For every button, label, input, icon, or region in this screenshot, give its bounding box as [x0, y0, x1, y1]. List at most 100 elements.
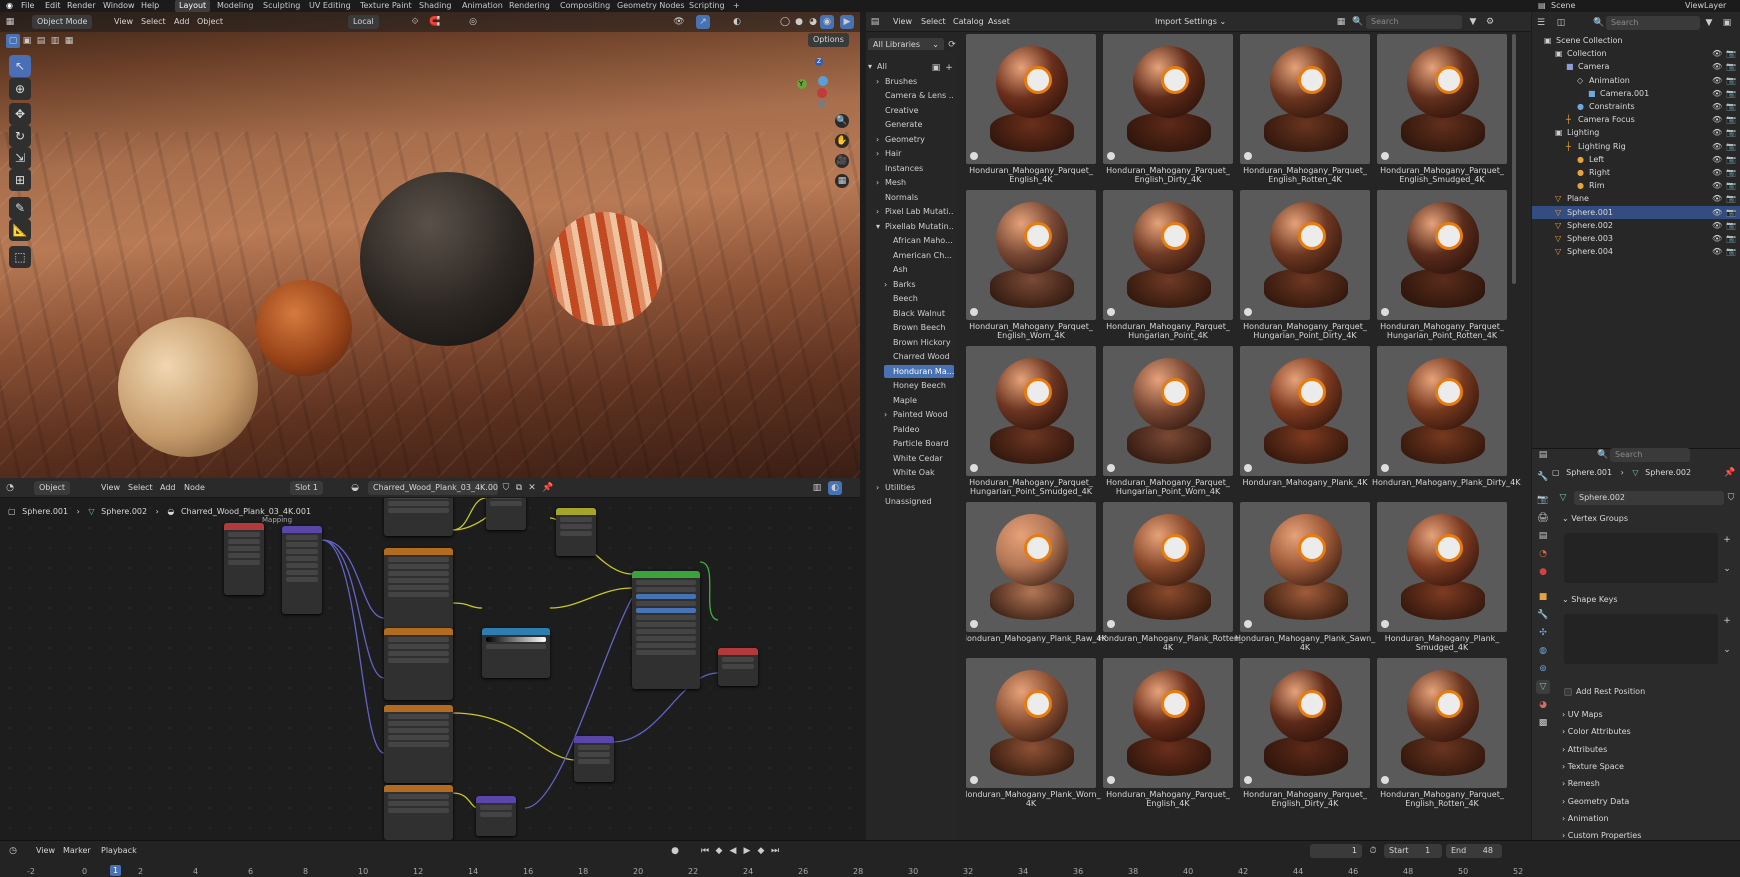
catalog-item[interactable]: › Brushes — [876, 75, 954, 88]
outliner-row[interactable]: ◇ Animation 👁 📷 — [1532, 74, 1740, 87]
new-collection-icon[interactable]: ▣ — [1720, 16, 1734, 30]
tab-texture-paint[interactable]: Texture Paint — [356, 0, 416, 12]
asset-thumbnail[interactable] — [1103, 502, 1233, 632]
annotate-tool-icon[interactable]: ✎ — [9, 197, 31, 219]
tab-uv-editing[interactable]: UV Editing — [305, 0, 355, 12]
asset-menu-view[interactable]: View — [893, 15, 912, 29]
camera-view-icon[interactable]: 🎥 — [835, 154, 849, 168]
asset-thumbnail[interactable] — [1103, 658, 1233, 788]
asset-thumbnail[interactable] — [1240, 346, 1370, 476]
select-intersect-mode-icon[interactable]: ▦ — [62, 34, 76, 48]
asset-thumbnail[interactable] — [1377, 34, 1507, 164]
node-menu-select[interactable]: Select — [128, 481, 153, 495]
catalog-item[interactable]: Creative — [876, 104, 954, 117]
snap-nodes-icon[interactable]: ▥ — [810, 481, 824, 495]
next-keyframe-icon[interactable]: ◆ — [754, 844, 768, 858]
add-workspace-button[interactable]: + — [729, 0, 744, 12]
properties-section[interactable]: › Color Attributes — [1562, 725, 1631, 739]
striped-wood-sphere[interactable] — [548, 212, 662, 326]
breadcrumb-material[interactable]: Charred_Wood_Plank_03_4K.001 — [181, 507, 311, 516]
outliner-row[interactable]: ● Rim 👁 📷 — [1532, 179, 1740, 192]
particles-tab-icon[interactable]: ✣ — [1536, 626, 1550, 640]
catalog-item[interactable]: Beech — [884, 292, 954, 305]
catalog-item[interactable]: Paldeo — [884, 423, 954, 436]
properties-section[interactable]: › Custom Properties — [1562, 829, 1641, 843]
catalog-chevron-icon[interactable]: › — [876, 133, 885, 146]
move-tool-icon[interactable]: ✥ — [9, 103, 31, 125]
pivot-icon[interactable]: ⟐ — [408, 15, 422, 29]
fake-user-shield-icon[interactable]: ⛉ — [499, 481, 513, 495]
outliner-row[interactable]: ● Left 👁 📷 — [1532, 153, 1740, 166]
object-mode-dropdown[interactable]: Object Mode — [32, 15, 93, 29]
visibility-eye-icon[interactable]: 👁 — [1712, 245, 1722, 258]
viewport-menu-object[interactable]: Object — [197, 15, 223, 29]
catalog-item[interactable]: White Oak — [884, 466, 954, 479]
outliner-row[interactable]: ■ Camera 👁 📷 — [1532, 60, 1740, 73]
vertex-groups-list[interactable] — [1564, 533, 1718, 583]
auto-keying-icon[interactable]: ● — [668, 844, 682, 858]
snap-icon[interactable]: 🧲 — [428, 15, 442, 29]
image-texture-node-2[interactable] — [384, 548, 453, 636]
outliner-row[interactable]: ■ Camera.001 👁 📷 — [1532, 87, 1740, 100]
node-editor-type-icon[interactable]: ◔ — [3, 481, 17, 495]
menu-help[interactable]: Help — [141, 0, 159, 12]
asset-thumbnail[interactable] — [1103, 34, 1233, 164]
shape-keys-list[interactable] — [1564, 614, 1718, 664]
catalog-item[interactable]: › Painted Wood — [884, 408, 954, 421]
properties-section[interactable]: › Geometry Data — [1562, 795, 1629, 809]
properties-section[interactable]: › Attributes — [1562, 743, 1607, 757]
measure-tool-icon[interactable]: 📐 — [9, 219, 31, 241]
asset-scrollbar[interactable] — [1512, 34, 1516, 284]
wireframe-shading-icon[interactable]: ◯ — [778, 15, 792, 29]
tab-layout[interactable]: Layout — [175, 0, 211, 12]
constraints-tab-icon[interactable]: ⊚ — [1536, 662, 1550, 676]
scene-label[interactable]: Scene — [1551, 0, 1575, 12]
render-camera-icon[interactable]: 📷 — [1726, 126, 1736, 139]
select-box-mode-icon[interactable]: ▢ — [6, 34, 20, 48]
start-frame-field[interactable]: Start 1 — [1384, 844, 1442, 858]
outliner-row[interactable]: ● Constraints 👁 📷 — [1532, 100, 1740, 113]
render-camera-icon[interactable]: 📷 — [1726, 140, 1736, 153]
visibility-eye-icon[interactable]: 👁 — [1712, 100, 1722, 113]
properties-section[interactable]: › Remesh — [1562, 777, 1600, 791]
filter-icon[interactable]: ▼ — [1466, 15, 1480, 29]
timeline-menu-view[interactable]: View — [36, 844, 55, 858]
material-tab-icon[interactable]: ◕ — [1536, 698, 1550, 712]
jump-end-icon[interactable]: ⏭ — [768, 844, 782, 858]
asset-thumbnail[interactable] — [966, 346, 1096, 476]
blender-logo-icon[interactable]: ◉ — [6, 0, 13, 12]
catalog-chevron-icon[interactable]: › — [884, 278, 893, 291]
proportional-edit-icon[interactable]: ◎ — [466, 15, 480, 29]
asset-menu-catalog[interactable]: Catalog — [953, 15, 984, 29]
catalog-chevron-icon[interactable]: › — [876, 176, 885, 189]
catalog-item[interactable]: › Pixel Lab Mutati... — [876, 205, 954, 218]
outliner-row[interactable]: ▽ Sphere.003 👁 📷 — [1532, 232, 1740, 245]
add-shape-key-icon[interactable]: + — [1720, 614, 1734, 628]
viewport-menu-view[interactable]: View — [114, 15, 133, 29]
asset-thumbnail[interactable] — [966, 658, 1096, 788]
asset-menu-asset[interactable]: Asset — [988, 15, 1010, 29]
outliner-editor-icon[interactable]: ☰ — [1534, 16, 1548, 30]
material-shading-icon[interactable]: ◕ — [806, 15, 820, 29]
visibility-eye-icon[interactable]: 👁 — [1712, 153, 1722, 166]
timeline-menu-marker[interactable]: Marker — [63, 844, 91, 858]
gizmo-center[interactable] — [818, 76, 828, 86]
visibility-eye-icon[interactable]: 👁 — [1712, 126, 1722, 139]
catalog-item[interactable]: › Utilities — [876, 481, 954, 494]
import-settings-dropdown[interactable]: Import Settings ⌄ — [1155, 15, 1226, 29]
visibility-eye-icon[interactable]: 👁 — [1712, 179, 1722, 192]
gizmo-neg-axis[interactable] — [818, 100, 826, 108]
catalog-item[interactable]: Generate — [876, 118, 954, 131]
select-tool-icon[interactable]: ↖ — [9, 55, 31, 77]
output-tab-icon[interactable]: 🖨 — [1536, 511, 1550, 525]
tab-rendering[interactable]: Rendering — [505, 0, 554, 12]
breadcrumb-mesh[interactable]: Sphere.002 — [101, 507, 147, 516]
settings-gear-icon[interactable]: ⚙ — [1483, 15, 1497, 29]
asset-thumbnail[interactable] — [966, 190, 1096, 320]
asset-thumbnail[interactable] — [1240, 34, 1370, 164]
outliner-row[interactable]: ▽ Sphere.004 👁 📷 — [1532, 245, 1740, 258]
render-camera-icon[interactable]: 📷 — [1726, 219, 1736, 232]
visibility-eye-icon[interactable]: 👁 — [1712, 140, 1722, 153]
menu-edit[interactable]: Edit — [45, 0, 61, 12]
catalog-item[interactable]: Camera & Lens ... — [876, 89, 954, 102]
